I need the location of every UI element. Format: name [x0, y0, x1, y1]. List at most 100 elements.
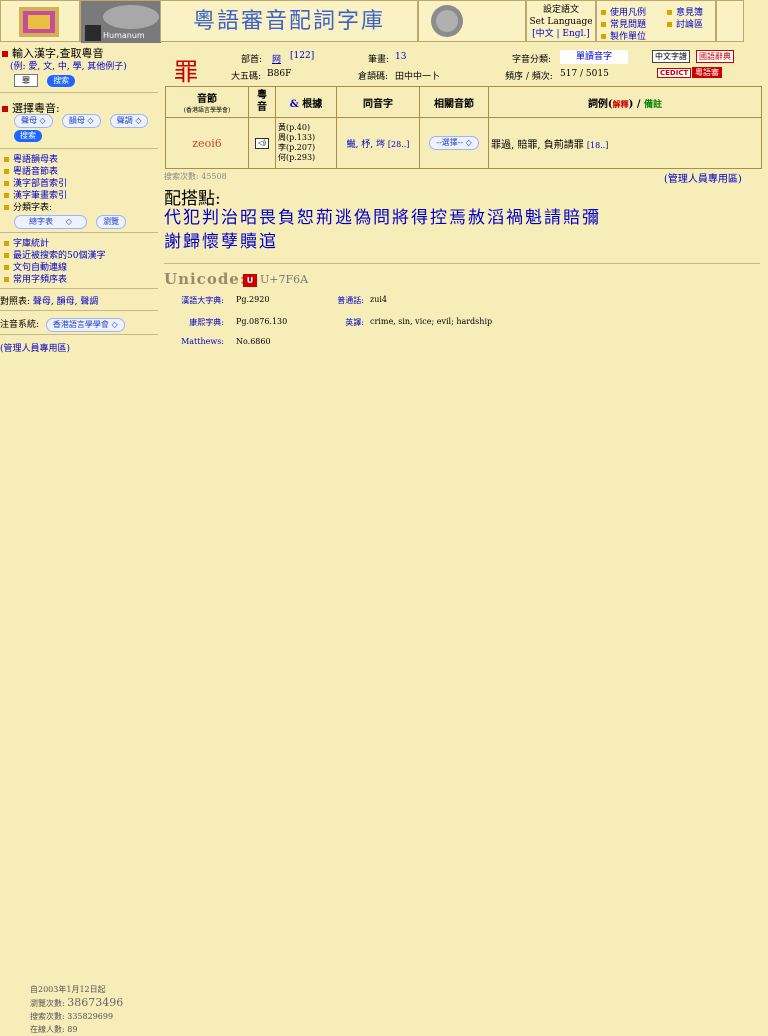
initial-select[interactable]: 聲母 ◇ — [14, 114, 53, 128]
link-syllable-table[interactable]: 粵語音節表 — [4, 166, 67, 178]
cell-basis: 黃(p.40) 周(p.133) 李(p.207) 何(p.293) — [275, 117, 337, 169]
category-select[interactable]: 總字表 ◇ — [14, 215, 87, 229]
tone-select[interactable]: 聲調 ◇ — [109, 114, 149, 128]
cell-sound: ◁) — [248, 117, 276, 169]
language-subtitle: Set Language — [529, 17, 593, 27]
detail-label: 漢語大字典: — [181, 296, 224, 305]
divider — [0, 232, 158, 233]
red-bullet-icon — [2, 51, 8, 57]
bullet-icon — [601, 10, 606, 15]
pronunciation-table: 音節 (香港語言學學會) 粵音 & 根據 同音字 相關音節 詞例(解釋) / 備… — [165, 86, 762, 169]
humanum-text: Humanum — [103, 31, 145, 40]
link-stats[interactable]: 字庫統計 — [4, 238, 105, 250]
radical-value[interactable]: 网 — [272, 52, 281, 65]
university-crest-icon — [19, 7, 59, 37]
strokes-value[interactable]: 13 — [395, 52, 406, 62]
bullet-icon — [4, 205, 9, 210]
bullet-icon — [4, 277, 9, 282]
link-recent-50[interactable]: 最近被搜索的50個漢字 — [4, 250, 105, 262]
final-select[interactable]: 韻母 ◇ — [61, 114, 101, 128]
search-button[interactable]: 搜索 — [47, 75, 76, 87]
divider — [0, 92, 158, 93]
bullet-icon — [601, 34, 606, 39]
bullet-icon — [4, 193, 9, 198]
sound-search-button[interactable]: 搜索 — [14, 130, 42, 142]
globe-logo[interactable] — [418, 0, 526, 42]
char-input[interactable]: 罪 — [14, 74, 38, 87]
category-value: 單讀音字 — [560, 50, 628, 64]
entry-character: 罪 — [174, 58, 198, 86]
language-box: 設定語文 Set Language [中文 | Engl.] — [526, 0, 596, 42]
homophones-list[interactable]: 鱡, 杼, 埁 — [347, 140, 385, 150]
syllable-value: zeoi6 — [192, 136, 222, 150]
unicode-label: Unicode: — [164, 270, 247, 288]
ampersand-icon: & — [289, 98, 299, 110]
humanum-logo[interactable]: Humanum — [80, 0, 161, 43]
badge-yue[interactable]: 粵語審 — [692, 67, 722, 78]
bullet-icon — [4, 157, 9, 162]
unicode-logo-icon[interactable]: U — [243, 274, 257, 287]
sound-search-row: 搜索 — [14, 130, 42, 142]
language-switch[interactable]: [中文 | Engl.] — [527, 28, 595, 40]
collocation-line2[interactable]: 謝歸懷孽贖逭 — [164, 230, 764, 254]
divider — [0, 288, 158, 289]
bullet-icon — [4, 181, 9, 186]
menu-credits[interactable]: 製作單位 — [601, 29, 646, 42]
badge-guoyu-dict[interactable]: 國語辭典 — [696, 50, 734, 63]
homophones-more[interactable]: [28..] — [388, 140, 410, 149]
footer-searches: 搜索次數: 335829699 — [30, 1012, 114, 1021]
link-frequency[interactable]: 常用字頻序表 — [4, 274, 105, 286]
detail-value: Pg.2920 — [236, 295, 270, 304]
speaker-icon[interactable]: ◁) — [255, 137, 269, 149]
admin-link-right[interactable]: (管理人員專用區) — [664, 170, 742, 185]
browse-button[interactable]: 瀏覽 — [96, 215, 127, 229]
examples-list: 罪過, 賠罪, 負荊請罪 — [491, 139, 584, 151]
red-bullet-icon — [2, 106, 8, 112]
badge-cedict[interactable]: CEDICT — [657, 68, 692, 78]
system-select[interactable]: 香港語言學學會 ◇ — [45, 318, 125, 332]
detail-label: 英譯: — [345, 318, 364, 327]
sound-selects: 聲母 ◇ 韻母 ◇ 聲調 ◇ — [14, 114, 149, 128]
detail-value: zui4 — [370, 295, 388, 304]
radical-label: 部首: — [241, 55, 263, 65]
bullet-icon — [4, 253, 9, 258]
big5-value: B86F — [267, 69, 292, 79]
site-banner: 粵語審音配詞字庫 — [160, 0, 418, 42]
divider — [0, 334, 158, 335]
admin-link[interactable]: (管理人員專用區) — [0, 341, 70, 354]
divider — [0, 310, 158, 311]
badge-chinese-dict[interactable]: 中文字譜 — [652, 50, 690, 63]
link-auto-link[interactable]: 文句自動連線 — [4, 262, 105, 274]
top-menu: 使用凡例 常見問題 製作單位 意見簿 討論區 — [596, 0, 716, 42]
compare-links[interactable]: 聲母, 韻母, 聲調 — [33, 297, 98, 307]
compare-label: 對照表: — [0, 297, 31, 307]
detail-label: 普通話: — [337, 296, 364, 305]
category-label: 分類字表: — [4, 202, 67, 214]
collocation-line1[interactable]: 代犯判治昭畏負恕荊逃偽問將得控焉赦滔禍魁請賠彌 — [164, 206, 764, 230]
related-select[interactable]: --選擇-- ◇ — [429, 136, 479, 150]
detail-label: 康熙字典: — [189, 318, 224, 327]
bullet-icon — [667, 10, 672, 15]
freq-label: 頻序 / 頻次: — [505, 72, 553, 82]
detail-value: No.6860 — [236, 337, 271, 346]
link-finals-table[interactable]: 粵語韻母表 — [4, 154, 67, 166]
col-examples: 詞例(解釋) / 備註 — [488, 86, 762, 118]
cell-homophones: 鱡, 杼, 埁 [28..] — [336, 117, 420, 169]
detail-value: Pg.0876.130 — [236, 317, 288, 326]
menu-forum[interactable]: 討論區 — [667, 17, 703, 30]
examples-more[interactable]: [18..] — [587, 141, 609, 150]
language-title: 設定語文 — [542, 5, 579, 15]
system-row: 注音系統: 香港語言學學會 ◇ — [0, 317, 125, 332]
col-basis: & 根據 — [275, 86, 337, 118]
link-stroke-index[interactable]: 漢字筆畫索引 — [4, 190, 67, 202]
link-radical-index[interactable]: 漢字部首索引 — [4, 178, 67, 190]
bullet-icon — [4, 241, 9, 246]
system-label: 注音系統: — [0, 320, 40, 330]
cangjie-value: 田中中一卜 — [395, 72, 441, 82]
radical-number[interactable]: [122] — [290, 51, 314, 61]
detail-label: Matthews: — [181, 337, 224, 346]
footer-views: 瀏覽次數: 38673496 — [30, 996, 124, 1009]
example-text[interactable]: (例: 愛, 文, 中, 學, 其他例子) — [10, 59, 127, 72]
cuhk-logo[interactable] — [0, 0, 80, 42]
site-title: 粵語審音配詞字庫 — [192, 9, 385, 34]
